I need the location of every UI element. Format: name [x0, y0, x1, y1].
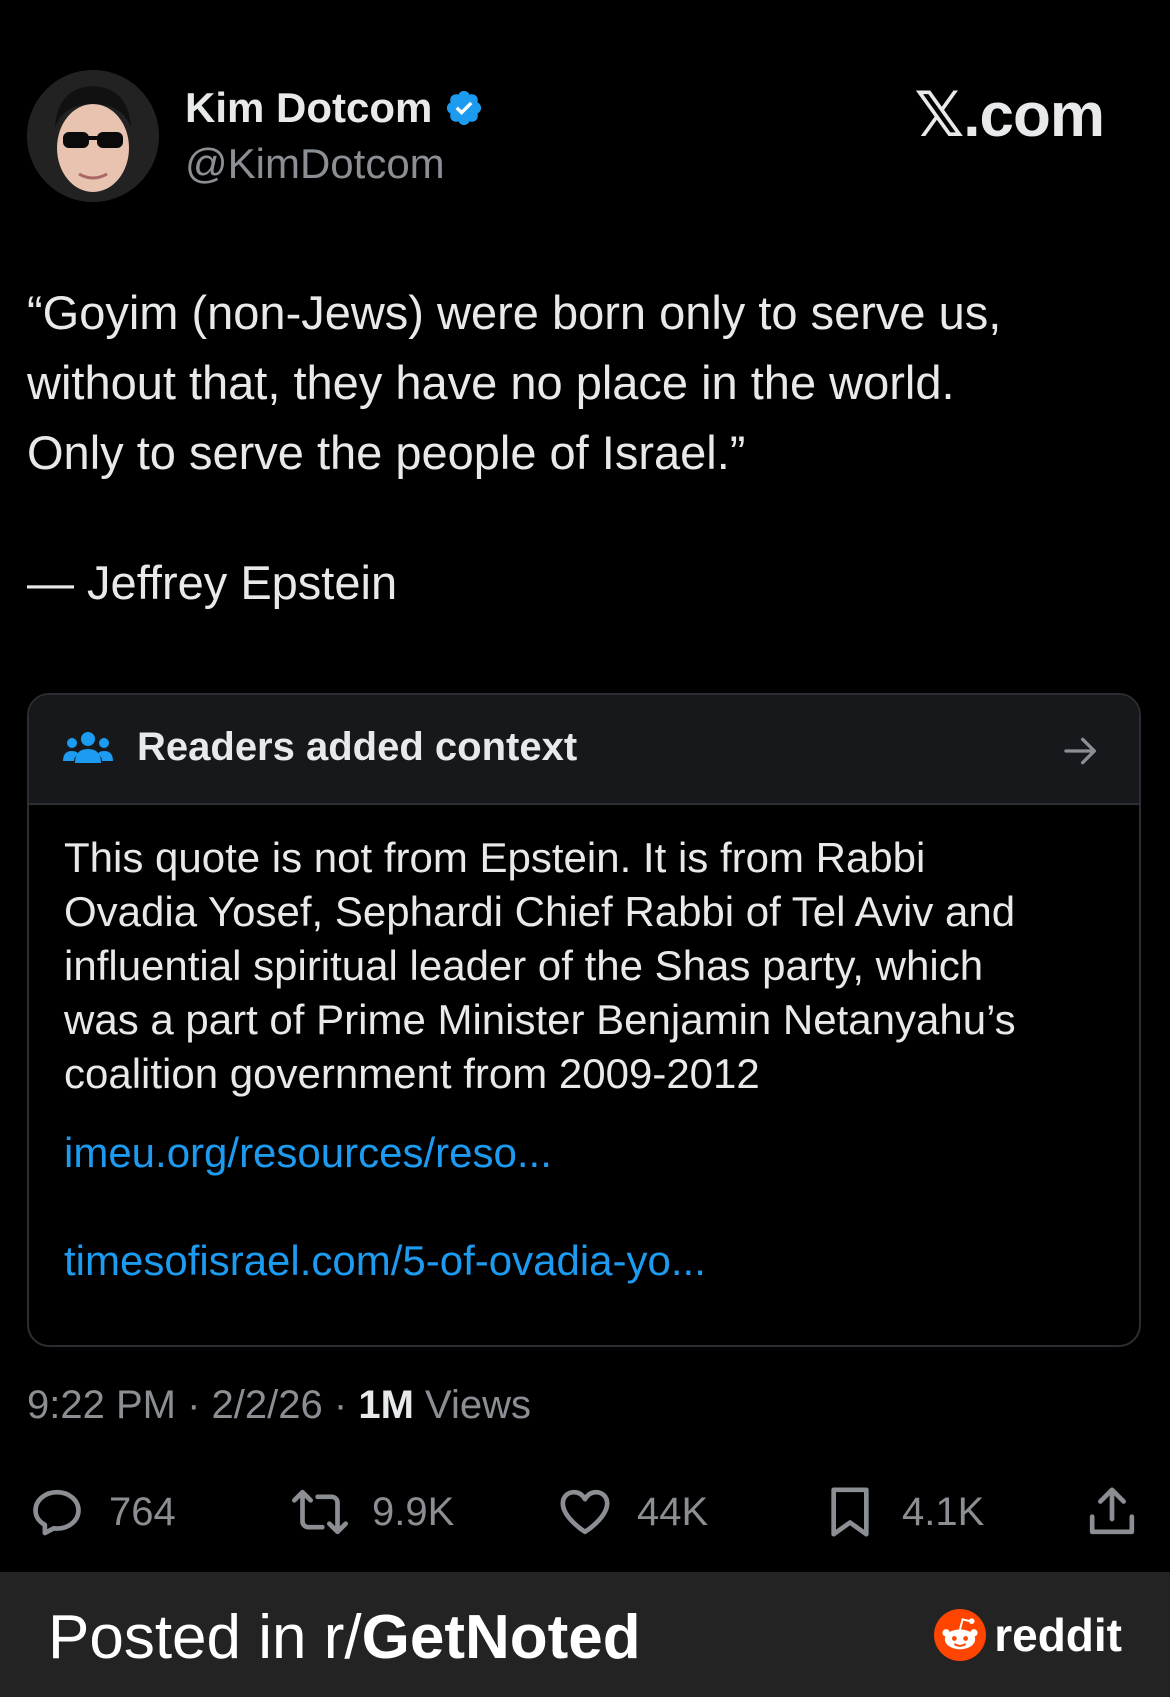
arrow-right-icon[interactable] [1061, 731, 1101, 771]
like-button[interactable]: 44K [555, 1484, 708, 1540]
author-name-text: Kim Dotcom [185, 84, 433, 131]
posted-prefix: Posted in r/ [48, 1603, 362, 1672]
note-line: influential spiritual leader of the Shas… [64, 942, 984, 989]
community-note-body: This quote is not from Epstein. It is fr… [64, 831, 1104, 1101]
tweet-meta: 9:22 PM · 2/2/26 · 1M Views [27, 1383, 531, 1428]
note-line: was a part of Prime Minister Benjamin Ne… [64, 996, 1016, 1043]
reddit-wordmark: reddit [994, 1609, 1122, 1661]
note-line: Ovadia Yosef, Sephardi Chief Rabbi of Te… [64, 888, 1016, 935]
reddit-footer: Posted in r/GetNoted reddit [0, 1572, 1170, 1697]
note-source-link[interactable]: timesofisrael.com/5-of-ovadia-yo... [64, 1237, 706, 1285]
tweet-text: “Goyim (non-Jews) were born only to serv… [27, 278, 1137, 488]
avatar[interactable] [27, 70, 159, 202]
tweet-attribution: — Jeffrey Epstein [27, 556, 398, 609]
note-source-link[interactable]: imeu.org/resources/reso... [64, 1129, 552, 1177]
views-count: 1M [358, 1383, 414, 1427]
note-line: coalition government from 2009-2012 [64, 1050, 760, 1097]
reply-icon [33, 1489, 81, 1536]
community-note: Readers added context This quote is not … [27, 693, 1141, 1347]
reply-button[interactable]: 764 [27, 1484, 176, 1540]
repost-button[interactable]: 9.9K [290, 1484, 454, 1540]
tweet-line: “Goyim (non-Jews) were born only to serv… [27, 286, 1002, 339]
share-icon [1089, 1487, 1135, 1535]
author-handle[interactable]: @KimDotcom [185, 140, 445, 188]
author-name[interactable]: Kim Dotcom [185, 84, 484, 132]
subreddit-name[interactable]: GetNoted [362, 1603, 641, 1672]
x-com-logo: 𝕏.com [914, 81, 1105, 150]
share-button[interactable] [1082, 1484, 1142, 1540]
people-icon [63, 732, 113, 763]
meta-separator: · [187, 1383, 201, 1427]
reddit-snoo-icon [934, 1609, 987, 1661]
tweet-line: Only to serve the people of Israel.” [27, 426, 746, 479]
bookmark-icon [831, 1487, 869, 1537]
tweet-date[interactable]: 2/2/26 [212, 1383, 323, 1427]
views-label: Views [425, 1383, 532, 1427]
bookmark-count: 4.1K [902, 1489, 985, 1534]
repost-count: 9.9K [372, 1489, 455, 1534]
avatar-image [27, 70, 159, 202]
note-line: This quote is not from Epstein. It is fr… [64, 834, 926, 881]
tweet-time[interactable]: 9:22 PM [27, 1383, 176, 1427]
meta-separator: · [333, 1383, 348, 1427]
tweet-header: Kim Dotcom @KimDotcom 𝕏.com [0, 0, 1170, 202]
posted-in-label: Posted in r/GetNoted [48, 1602, 641, 1673]
community-note-title: Readers added context [137, 725, 578, 769]
reddit-logo: reddit [934, 1608, 1122, 1662]
verified-badge-icon [447, 90, 482, 126]
heart-icon [560, 1489, 610, 1535]
bookmark-button[interactable]: 4.1K [820, 1484, 984, 1540]
community-note-header[interactable]: Readers added context [29, 695, 1139, 805]
like-count: 44K [637, 1489, 709, 1534]
tweet-line: without that, they have no place in the … [27, 356, 955, 409]
repost-icon [292, 1489, 348, 1535]
reply-count: 764 [109, 1489, 176, 1534]
